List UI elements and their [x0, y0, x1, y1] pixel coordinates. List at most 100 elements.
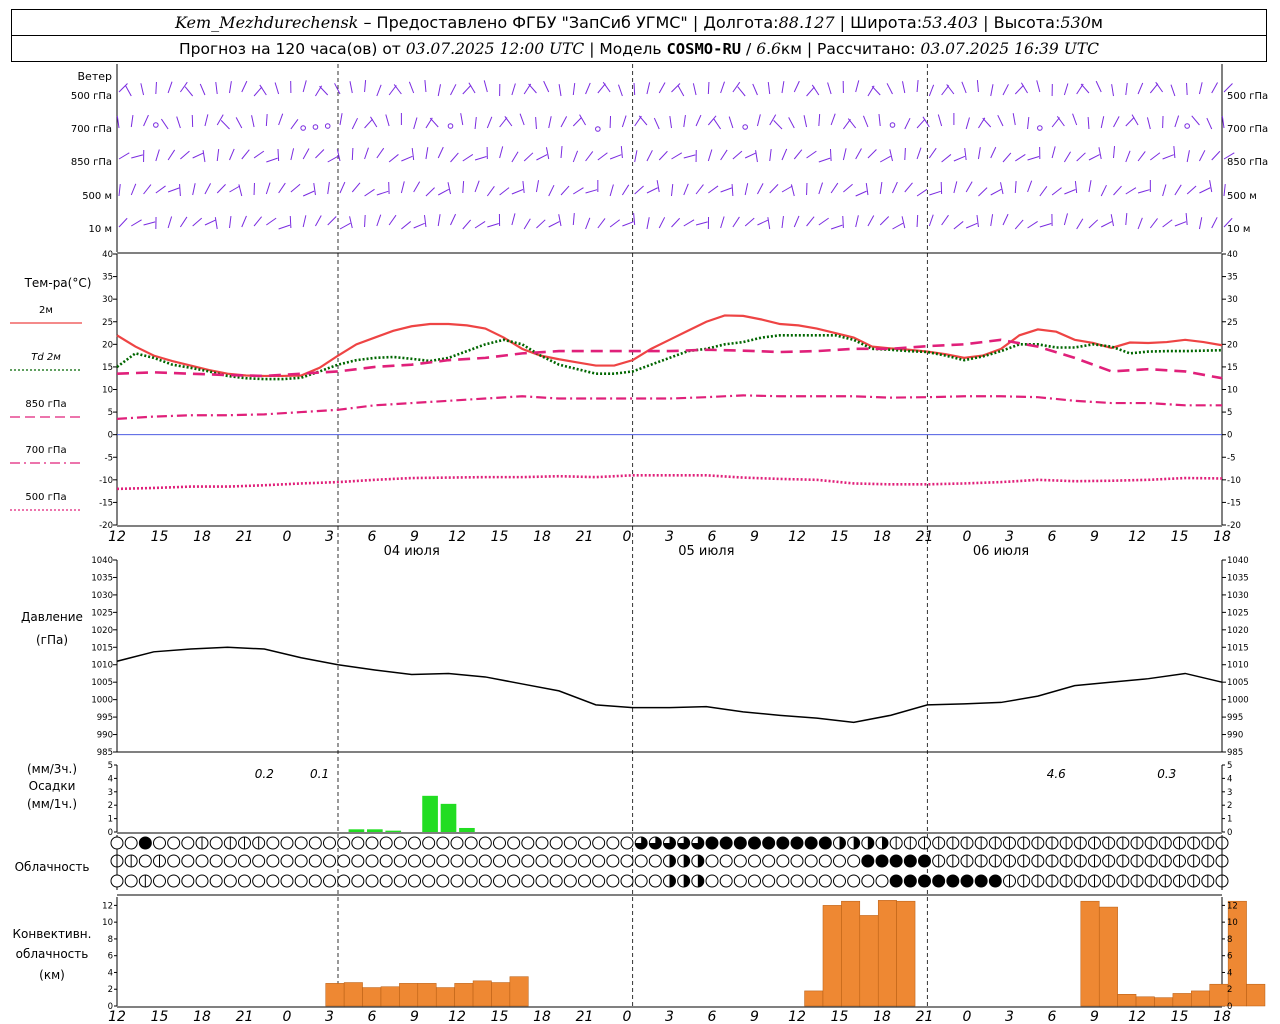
- cloud-cover-icon: [337, 836, 351, 850]
- wind-barb-icon: [474, 221, 486, 229]
- wind-barb-icon: [376, 147, 385, 159]
- cloud-cover-icon: [719, 854, 733, 868]
- cloud-cover-icon: [875, 874, 889, 888]
- wind-barb-icon: [793, 149, 803, 160]
- conv-tick-label: 10: [102, 918, 113, 928]
- wind-barb-icon: [535, 180, 540, 193]
- cloud-cover-icon: [975, 875, 988, 887]
- meteogram: 12 15 18 21 0 3 6 9 12 15 18 21 0 3 6 9 12 15 18 21 0 3 6 9 12 15…: [10, 64, 1268, 1024]
- wind-barb-icon: [889, 149, 893, 162]
- conv-tick-label: 4: [108, 968, 113, 978]
- pressure-tick-label: 990: [1227, 731, 1243, 741]
- wind-barb-icon: [511, 83, 516, 96]
- wind-barb-icon: [499, 146, 504, 159]
- wind-barb-icon: [1014, 219, 1024, 230]
- wind-barb-icon: [528, 83, 537, 94]
- wind-barb-icon: [976, 80, 979, 93]
- hour-tick-label: 3: [1005, 529, 1014, 545]
- cloud-cover-icon: [337, 874, 351, 888]
- cloud-cover-icon: [861, 874, 875, 888]
- wind-barb-icon: [253, 216, 262, 227]
- conv-tick-label: 8: [108, 935, 113, 945]
- wind-barb-icon: [634, 150, 638, 163]
- cloud-cover-icon: [733, 874, 747, 888]
- wind-barb-icon: [216, 114, 224, 126]
- wind-barb-icon: [572, 117, 582, 127]
- wind-barb-icon: [462, 219, 472, 230]
- wind-barb-icon: [349, 81, 353, 94]
- cloud-cover-icon: [393, 854, 407, 868]
- wind-barb-icon: [1198, 82, 1203, 95]
- hour-tick-label: 12: [108, 529, 126, 545]
- wind-barb-icon: [1051, 117, 1060, 128]
- wind-barb-icon: [585, 217, 591, 230]
- cloud-cover-icon: [181, 854, 195, 868]
- cloud-cover-icon: [521, 836, 535, 850]
- wind-barb-icon: [916, 80, 919, 93]
- wind-barb-icon: [274, 82, 280, 95]
- wind-barb-icon: [1098, 147, 1102, 160]
- wind-barb-icon: [1137, 217, 1143, 230]
- cloud-cover-icon: [961, 875, 973, 887]
- wind-barb-icon: [1088, 219, 1099, 229]
- pressure-tick-label: 1030: [1227, 591, 1249, 601]
- hour-tick-label: 18: [533, 1009, 551, 1024]
- wind-barb-icon: [460, 113, 464, 126]
- wind-barb-icon: [731, 183, 734, 197]
- wind-barb-icon: [621, 115, 627, 128]
- wind-barb-icon: [560, 146, 563, 159]
- conv-tick-label: 0: [1227, 1002, 1232, 1012]
- cloud-cover-icon: [365, 854, 379, 868]
- pressure-tick-label: 1010: [91, 661, 113, 671]
- wind-barb-icon: [658, 150, 668, 161]
- cloud-cover-icon: [535, 836, 549, 850]
- wind-barb-icon: [1174, 184, 1182, 196]
- pressure-series: [116, 646, 1223, 724]
- cloud-cover-icon: [790, 854, 804, 868]
- cloud-cover-icon: [252, 854, 266, 868]
- wind-barb-icon: [204, 183, 212, 195]
- wind-barb-icon: [474, 180, 480, 193]
- cloud-cover-icon: [223, 854, 237, 868]
- precip-tick-label: 2: [1227, 801, 1232, 811]
- cloud-cover-icon: [280, 836, 294, 850]
- wind-barb-icon: [486, 185, 495, 197]
- wind-barb-icon: [413, 222, 425, 229]
- cloud-cover-icon: [167, 874, 181, 888]
- precip-tick-label: 1: [1227, 815, 1232, 825]
- wind-barb-icon: [585, 189, 598, 194]
- wind-barb-icon: [1162, 219, 1173, 228]
- convective-bar: [841, 900, 861, 1007]
- wind-barb-icon: [408, 81, 415, 94]
- temp-tick-label: -20: [1227, 521, 1241, 531]
- wind-barb-icon: [125, 85, 132, 97]
- wind-barb-icon: [788, 117, 795, 129]
- wind-barb-icon: [671, 184, 674, 197]
- wind-level-label-left: 850 гПа: [71, 157, 112, 168]
- cloud-cover-icon: [549, 874, 563, 888]
- wind-barb-icon: [1211, 150, 1221, 161]
- wind-barb-icon: [1125, 187, 1137, 195]
- cloud-cover-icon: [266, 836, 280, 850]
- wind-title: Ветер: [78, 70, 112, 83]
- cloud-cover-icon: [867, 837, 874, 849]
- wind-barb-icon: [229, 216, 232, 229]
- hour-tick-label: 15: [1171, 529, 1189, 545]
- wind-barb-icon: [487, 223, 499, 228]
- wind-barb-icon: [1012, 113, 1016, 126]
- wind-barb-icon: [214, 217, 218, 230]
- wind-barb-icon: [1137, 189, 1150, 194]
- conv-tick-label: 0: [108, 1002, 113, 1012]
- cloud-cover-icon: [706, 837, 718, 849]
- cloud-cover-icon: [110, 836, 124, 850]
- wind-barb-icon: [1072, 113, 1078, 126]
- precip-bar: [440, 803, 457, 832]
- hour-tick-label: 12: [448, 1009, 466, 1024]
- conv-title1: Конвективн.: [13, 927, 92, 941]
- hour-tick-label: 6: [708, 529, 717, 545]
- cloud-cover-icon: [804, 854, 818, 868]
- wind-barb-icon: [855, 190, 867, 197]
- wind-barb-icon: [669, 116, 672, 129]
- wind-barb-icon: [143, 184, 152, 195]
- wind-barb-icon: [904, 117, 911, 130]
